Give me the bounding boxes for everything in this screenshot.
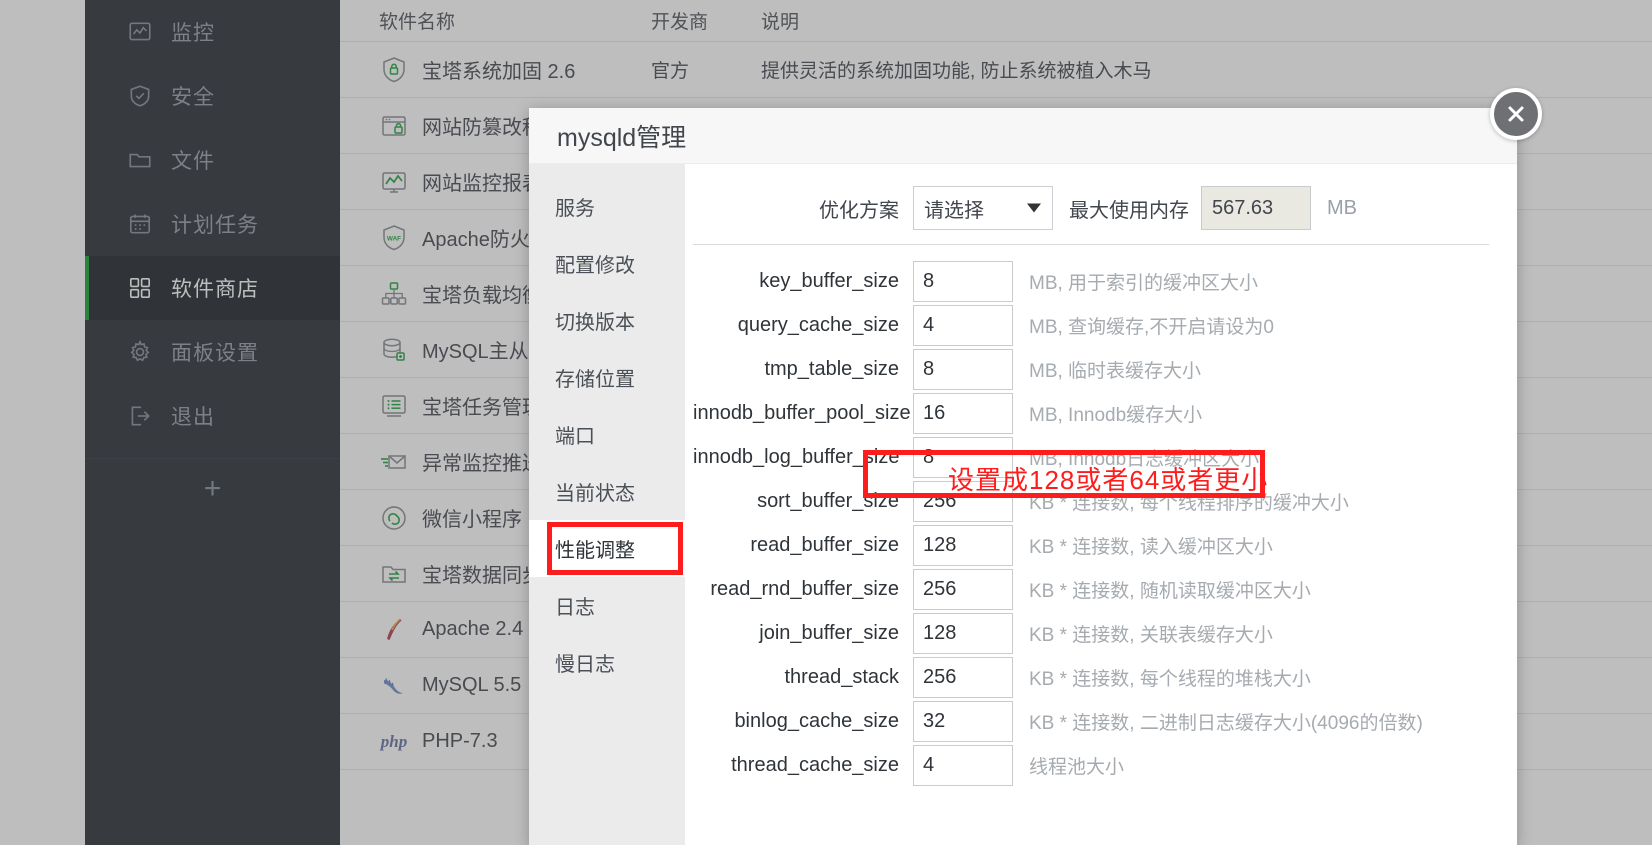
tuning-field-row: query_cache_size 4 MB, 查询缓存,不开启请设为0 <box>685 303 1517 347</box>
tuning-field-label: innodb_buffer_pool_size <box>693 401 911 424</box>
dialog-menu-label: 切换版本 <box>555 312 635 334</box>
mysqld-management-dialog: mysqld管理 服务配置修改切换版本存储位置端口当前状态性能调整日志慢日志 优… <box>529 108 1517 845</box>
dialog-menu-label: 日志 <box>555 597 595 619</box>
tuning-field-value: 256 <box>923 665 957 688</box>
tuning-field-input[interactable]: 4 <box>913 304 1013 346</box>
tuning-field-value: 128 <box>923 621 957 644</box>
tuning-field-input[interactable]: 8 <box>913 260 1013 302</box>
dialog-title-bar: mysqld管理 <box>529 108 1517 164</box>
tuning-field-label: tmp_table_size <box>764 357 899 380</box>
tuning-field-label: binlog_cache_size <box>734 709 899 732</box>
tuning-field-label: read_buffer_size <box>750 533 899 556</box>
tuning-field-value: 4 <box>923 753 935 776</box>
tuning-field-input[interactable]: 4 <box>913 744 1013 786</box>
tuning-field-value: 128 <box>923 533 957 556</box>
tuning-field-hint: 线程池大小 <box>1029 756 1125 778</box>
tuning-field-label: innodb_log_buffer_size <box>693 445 900 468</box>
tuning-field-hint: KB * 连接数, 随机读取缓冲区大小 <box>1029 580 1311 602</box>
tuning-field-value: 16 <box>923 401 946 424</box>
tuning-field-value: 8 <box>923 269 935 292</box>
tuning-field-input[interactable]: 256 <box>913 480 1013 522</box>
tuning-field-hint: MB, 临时表缓存大小 <box>1029 360 1202 382</box>
dialog-menu-label: 配置修改 <box>555 255 635 277</box>
tuning-field-label: thread_stack <box>784 665 899 688</box>
tuning-field-hint: MB, 查询缓存,不开启请设为0 <box>1029 316 1274 338</box>
tuning-field-input[interactable]: 8 <box>913 348 1013 390</box>
tuning-field-row: tmp_table_size 8 MB, 临时表缓存大小 <box>685 347 1517 391</box>
chevron-down-icon <box>1027 203 1041 213</box>
tuning-field-value: 256 <box>923 489 957 512</box>
tuning-field-hint: KB * 连接数, 关联表缓存大小 <box>1029 624 1273 646</box>
dialog-menu-label: 端口 <box>555 426 595 448</box>
tuning-field-hint: KB * 连接数, 读入缓冲区大小 <box>1029 536 1273 558</box>
max-memory-unit: MB <box>1327 196 1357 219</box>
tuning-field-value: 8 <box>923 357 935 380</box>
tuning-field-label: read_rnd_buffer_size <box>710 577 899 600</box>
tuning-field-row: innodb_buffer_pool_size 16 MB, Innodb缓存大小 <box>685 391 1517 435</box>
tuning-field-row: innodb_log_buffer_size 8 MB, Innodb日志缓冲区大小 <box>685 435 1517 479</box>
dialog-menu-label: 当前状态 <box>555 483 635 505</box>
max-memory-input[interactable]: 567.63 <box>1201 186 1311 230</box>
tuning-field-label: key_buffer_size <box>759 269 899 292</box>
performance-tuning-pane: 优化方案 请选择 最大使用内存 567.63 MB key_buffer_siz… <box>685 164 1517 845</box>
tuning-field-value: 32 <box>923 709 946 732</box>
dialog-menu-label: 服务 <box>555 198 595 220</box>
dialog-body: 服务配置修改切换版本存储位置端口当前状态性能调整日志慢日志 优化方案 请选择 最… <box>529 164 1517 845</box>
tuning-field-hint: MB, 用于索引的缓冲区大小 <box>1029 272 1259 294</box>
tuning-field-value: 4 <box>923 313 935 336</box>
dialog-side-menu: 服务配置修改切换版本存储位置端口当前状态性能调整日志慢日志 <box>529 164 685 845</box>
tuning-field-row: key_buffer_size 8 MB, 用于索引的缓冲区大小 <box>685 259 1517 303</box>
dialog-menu-item-4[interactable]: 存储位置 <box>529 349 685 406</box>
tuning-field-label: thread_cache_size <box>731 753 899 776</box>
dialog-menu-label: 存储位置 <box>555 369 635 391</box>
tuning-field-row: thread_cache_size 4 线程池大小 <box>685 743 1517 787</box>
tuning-field-row: read_rnd_buffer_size 256 KB * 连接数, 随机读取缓冲区… <box>685 567 1517 611</box>
tuning-field-input[interactable]: 256 <box>913 656 1013 698</box>
tuning-field-hint: KB * 连接数, 二进制日志缓存大小(4096的倍数) <box>1029 712 1423 734</box>
dialog-menu-item-3[interactable]: 切换版本 <box>529 292 685 349</box>
tuning-field-input[interactable]: 8 <box>913 436 1013 478</box>
tuning-field-input[interactable]: 32 <box>913 700 1013 742</box>
max-memory-label: 最大使用内存 <box>1069 199 1189 222</box>
app-root: 监控 安全 文件 计划任务 软件商店 面板设置 退出 + 软件名称 开发商 说明 宝塔系统加固… <box>0 0 1652 845</box>
tuning-field-label: sort_buffer_size <box>757 489 899 512</box>
tuning-field-row: sort_buffer_size 256 KB * 连接数, 每个线程排序的缓冲大小 <box>685 479 1517 523</box>
optimization-scheme-label: 优化方案 <box>819 199 899 222</box>
dialog-menu-label: 性能调整 <box>555 540 635 562</box>
tuning-field-row: binlog_cache_size 32 KB * 连接数, 二进制日志缓存大小(4… <box>685 699 1517 743</box>
tuning-field-row: thread_stack 256 KB * 连接数, 每个线程的堆栈大小 <box>685 655 1517 699</box>
dialog-menu-item-1[interactable]: 服务 <box>529 178 685 235</box>
optimization-scheme-select[interactable]: 请选择 <box>913 186 1053 230</box>
dialog-menu-item-9[interactable]: 慢日志 <box>529 634 685 691</box>
tuning-field-label: join_buffer_size <box>759 621 899 644</box>
dialog-menu-item-8[interactable]: 日志 <box>529 577 685 634</box>
tuning-field-hint: KB * 连接数, 每个线程的堆栈大小 <box>1029 668 1311 690</box>
dialog-title: mysqld管理 <box>557 123 687 152</box>
dialog-menu-item-7[interactable]: 性能调整 <box>529 520 685 577</box>
close-icon <box>1508 106 1524 122</box>
close-dialog-button[interactable] <box>1490 88 1542 140</box>
tuning-field-row: read_buffer_size 128 KB * 连接数, 读入缓冲区大小 <box>685 523 1517 567</box>
section-divider <box>693 244 1489 245</box>
tuning-field-hint: MB, Innodb缓存大小 <box>1029 404 1203 426</box>
tuning-field-row: join_buffer_size 128 KB * 连接数, 关联表缓存大小 <box>685 611 1517 655</box>
tuning-field-input[interactable]: 16 <box>913 392 1013 434</box>
dialog-menu-label: 慢日志 <box>555 654 615 676</box>
tuning-field-hint: KB * 连接数, 每个线程排序的缓冲大小 <box>1029 492 1349 514</box>
tuning-field-value: 256 <box>923 577 957 600</box>
tuning-field-value: 8 <box>923 445 935 468</box>
max-memory-value: 567.63 <box>1212 196 1274 219</box>
tuning-fields-list: key_buffer_size 8 MB, 用于索引的缓冲区大小 query_cach… <box>685 259 1517 787</box>
dialog-menu-item-2[interactable]: 配置修改 <box>529 235 685 292</box>
tuning-field-input[interactable]: 128 <box>913 612 1013 654</box>
tuning-field-input[interactable]: 128 <box>913 524 1013 566</box>
tuning-field-hint: MB, Innodb日志缓冲区大小 <box>1029 448 1260 470</box>
dialog-menu-item-6[interactable]: 当前状态 <box>529 463 685 520</box>
tuning-field-label: query_cache_size <box>737 313 899 336</box>
tuning-field-input[interactable]: 256 <box>913 568 1013 610</box>
optimization-scheme-row: 优化方案 请选择 最大使用内存 567.63 MB <box>685 186 1517 230</box>
optimization-scheme-value: 请选择 <box>924 199 984 222</box>
dialog-menu-item-5[interactable]: 端口 <box>529 406 685 463</box>
